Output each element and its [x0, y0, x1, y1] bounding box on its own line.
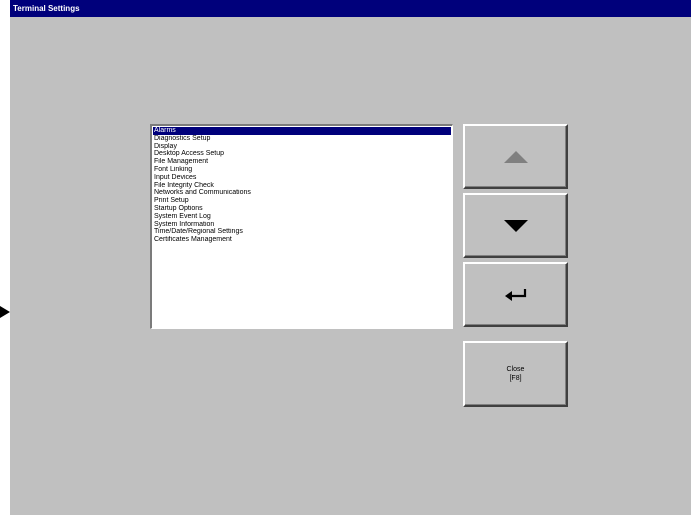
- pointer-arrow-icon: [0, 306, 10, 318]
- enter-arrow-icon: [504, 288, 526, 301]
- triangle-up-icon: [503, 150, 528, 163]
- scroll-down-button[interactable]: [463, 193, 568, 258]
- close-button-key: [F8]: [509, 375, 522, 382]
- terminal-settings-window: Terminal Settings Alarms Diagnostics Setu…: [10, 0, 691, 515]
- close-button[interactable]: Close [F8]: [463, 341, 568, 407]
- settings-list: Alarms Diagnostics Setup Display Desktop Ac…: [153, 127, 451, 244]
- list-item[interactable]: File Management: [153, 158, 451, 166]
- list-item[interactable]: Alarms: [153, 127, 451, 135]
- close-button-label: Close: [506, 366, 525, 373]
- list-item[interactable]: Desktop Access Setup: [153, 150, 451, 158]
- list-item[interactable]: Startup Options: [153, 205, 451, 213]
- list-item[interactable]: Print Setup: [153, 197, 451, 205]
- list-item[interactable]: File Integrity Check: [153, 182, 451, 190]
- settings-listbox[interactable]: Alarms Diagnostics Setup Display Desktop Ac…: [150, 124, 453, 329]
- list-item[interactable]: Input Devices: [153, 174, 451, 182]
- triangle-down-icon: [503, 219, 528, 232]
- list-item[interactable]: Font Linking: [153, 166, 451, 174]
- list-item[interactable]: Networks and Communications: [153, 189, 451, 197]
- list-item[interactable]: Display: [153, 143, 451, 151]
- scroll-up-button[interactable]: [463, 124, 568, 189]
- window-title: Terminal Settings: [10, 0, 691, 17]
- list-item[interactable]: Time/Date/Regional Settings: [153, 228, 451, 236]
- list-item[interactable]: System Information: [153, 221, 451, 229]
- list-item[interactable]: Diagnostics Setup: [153, 135, 451, 143]
- list-item[interactable]: Certificates Management: [153, 236, 451, 244]
- enter-button[interactable]: [463, 262, 568, 327]
- list-item[interactable]: System Event Log: [153, 213, 451, 221]
